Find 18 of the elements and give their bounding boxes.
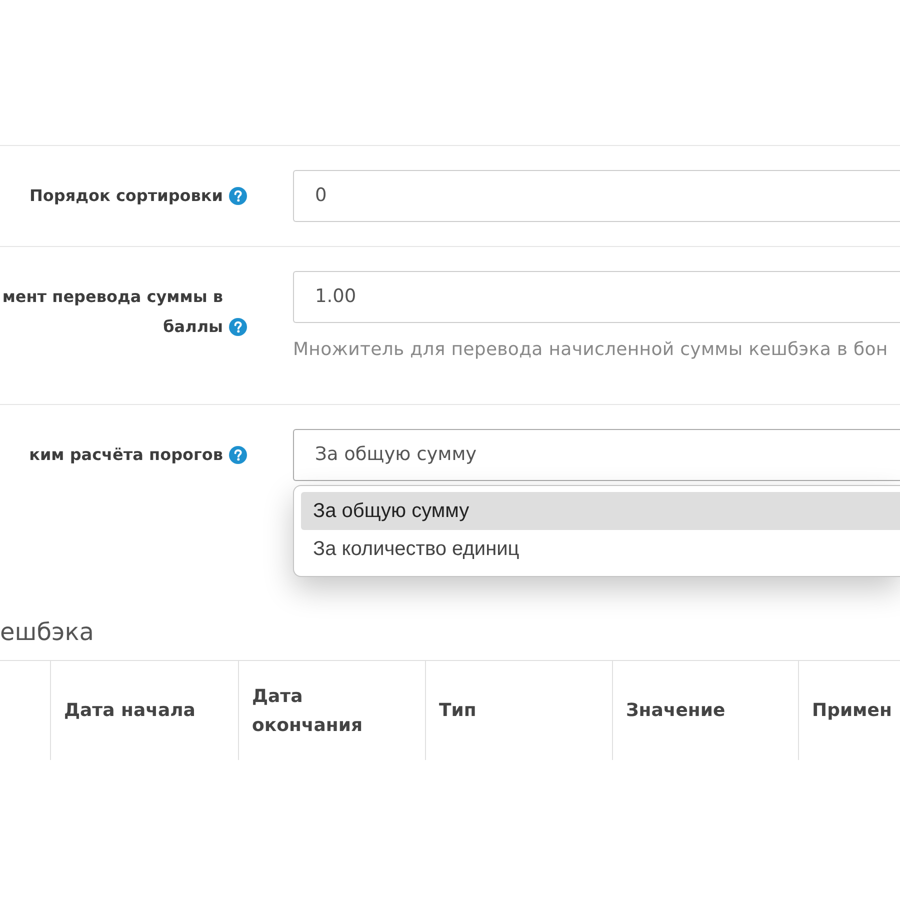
field-label: Порядок сортировки: [29, 185, 223, 207]
help-icon: [229, 187, 247, 205]
column-header: Значение: [612, 661, 798, 760]
help-icon: [229, 318, 247, 336]
column-header: Тип: [425, 661, 612, 760]
section-title: ешбэка: [0, 618, 95, 646]
dropdown-option[interactable]: За общую сумму: [301, 492, 900, 530]
column-header: Дата окончания: [238, 661, 425, 760]
help-text: Множитель для перевода начисленной суммы кешбэка в бон: [293, 338, 889, 362]
dropdown-option[interactable]: За количество единиц: [301, 530, 900, 568]
column-header: Примен: [798, 661, 900, 760]
help-icon: [229, 446, 247, 464]
field-label: ким расчёта порогов: [29, 444, 223, 466]
input-field[interactable]: 1.00: [293, 271, 900, 323]
select-field[interactable]: За общую сумму: [293, 429, 900, 481]
field-label: мент перевода суммы в баллы: [1, 286, 223, 338]
input-field[interactable]: 0: [293, 170, 900, 222]
column-header: Дата начала: [50, 661, 238, 760]
